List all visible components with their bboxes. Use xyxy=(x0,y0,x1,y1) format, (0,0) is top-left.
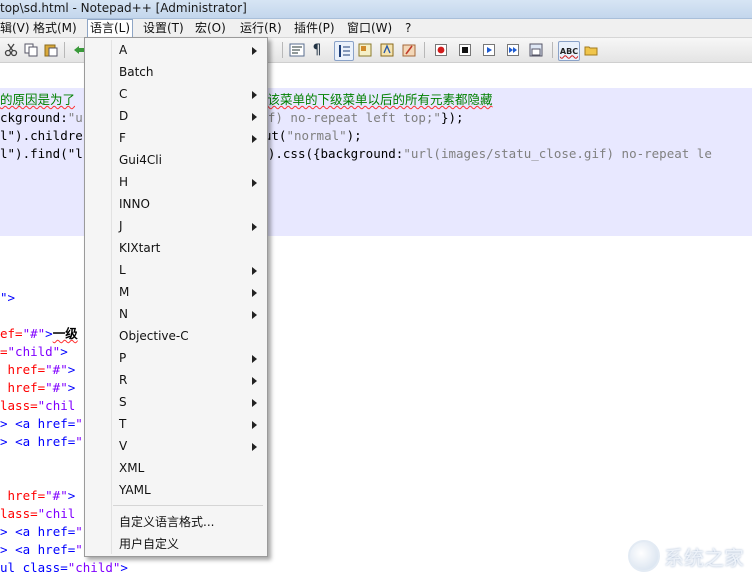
menu-item-yaml[interactable]: YAML xyxy=(85,480,267,502)
language-dropdown-menu: A Batch C D F Gui4Cli H INNO J KIXtart L… xyxy=(84,37,268,557)
menu-item-c[interactable]: C xyxy=(85,84,267,106)
code-line: ul class="child"> xyxy=(0,560,128,575)
submenu-arrow-icon xyxy=(252,267,257,275)
menu-plugins[interactable]: 插件(P) xyxy=(294,20,335,36)
submenu-arrow-icon xyxy=(252,113,257,121)
code-line: href="#"> xyxy=(0,380,76,395)
submenu-arrow-icon xyxy=(252,355,257,363)
folder-icon[interactable] xyxy=(582,41,600,59)
submenu-arrow-icon xyxy=(252,399,257,407)
menu-window[interactable]: 窗口(W) xyxy=(347,20,392,36)
show-all-chars-icon[interactable]: ¶ xyxy=(308,41,326,59)
menu-format[interactable]: 格式(M) xyxy=(33,20,77,36)
menu-item-inno[interactable]: INNO xyxy=(85,194,267,216)
record-macro-icon[interactable] xyxy=(432,41,450,59)
menu-help[interactable]: ? xyxy=(405,20,411,36)
code-line: > <a href=" xyxy=(0,524,83,539)
submenu-arrow-icon xyxy=(252,421,257,429)
window-title: top\sd.html - Notepad++ [Administrator] xyxy=(0,1,247,15)
submenu-arrow-icon xyxy=(252,135,257,143)
menu-item-n[interactable]: N xyxy=(85,304,267,326)
copy-icon[interactable] xyxy=(22,41,40,59)
menu-item-f[interactable]: F xyxy=(85,128,267,150)
code-line: ="child"> xyxy=(0,344,68,359)
menu-item-p[interactable]: P xyxy=(85,348,267,370)
code-line: > <a href=" xyxy=(0,434,83,449)
run-macro-multiple-icon[interactable] xyxy=(504,41,522,59)
menu-run[interactable]: 运行(R) xyxy=(240,20,282,36)
code-line: > <a href=" xyxy=(0,416,83,431)
menu-separator xyxy=(113,505,263,506)
save-macro-icon[interactable] xyxy=(527,41,545,59)
submenu-arrow-icon xyxy=(252,47,257,55)
submenu-arrow-icon xyxy=(252,91,257,99)
menu-settings[interactable]: 设置(T) xyxy=(143,20,184,36)
code-line: lass="chil xyxy=(0,398,76,413)
watermark-logo-icon xyxy=(628,540,660,572)
menu-edit[interactable]: 辑(V) xyxy=(0,20,30,36)
menu-item-r[interactable]: R xyxy=(85,370,267,392)
menu-item-objective-c[interactable]: Objective-C xyxy=(85,326,267,348)
menu-item-kixtart[interactable]: KIXtart xyxy=(85,238,267,260)
submenu-arrow-icon xyxy=(252,289,257,297)
menu-language[interactable]: 语言(L) xyxy=(87,19,134,38)
toolbar-separator xyxy=(424,42,425,58)
menu-item-gui4cli[interactable]: Gui4Cli xyxy=(85,150,267,172)
menu-item-h[interactable]: H xyxy=(85,172,267,194)
code-line: href="#"> xyxy=(0,362,76,377)
menu-item-user-defined[interactable]: 用户自定义 xyxy=(85,532,267,554)
code-line: ef="#">一级 xyxy=(0,326,78,341)
toolbar-separator xyxy=(552,42,553,58)
menu-item-m[interactable]: M xyxy=(85,282,267,304)
doc-map-icon[interactable] xyxy=(356,41,374,59)
watermark-text: 系统之家 xyxy=(664,545,744,570)
menu-item-xml[interactable]: XML xyxy=(85,458,267,480)
indent-guide-icon[interactable] xyxy=(334,41,354,61)
menu-item-l[interactable]: L xyxy=(85,260,267,282)
menu-item-j[interactable]: J xyxy=(85,216,267,238)
code-line: > <a href=" xyxy=(0,542,83,557)
menu-item-d[interactable]: D xyxy=(85,106,267,128)
menu-item-s[interactable]: S xyxy=(85,392,267,414)
menu-macro[interactable]: 宏(O) xyxy=(195,20,226,36)
menu-item-a[interactable]: A xyxy=(85,40,267,62)
menu-item-batch[interactable]: Batch xyxy=(85,62,267,84)
code-line: "> xyxy=(0,290,16,305)
submenu-arrow-icon xyxy=(252,377,257,385)
submenu-arrow-icon xyxy=(252,311,257,319)
spellcheck-icon[interactable]: ABC xyxy=(558,41,580,61)
submenu-arrow-icon xyxy=(252,443,257,451)
word-wrap-icon[interactable] xyxy=(288,41,306,59)
title-bar: top\sd.html - Notepad++ [Administrator] xyxy=(0,0,752,19)
cut-icon[interactable] xyxy=(2,41,20,59)
stop-macro-icon[interactable] xyxy=(456,41,474,59)
code-line: lass="chil xyxy=(0,506,76,521)
menu-bar: 辑(V) 格式(M) 语言(L) 设置(T) 宏(O) 运行(R) 插件(P) … xyxy=(0,19,752,38)
submenu-arrow-icon xyxy=(252,223,257,231)
folder-workspace-icon[interactable] xyxy=(400,41,418,59)
code-line: href="#"> xyxy=(0,488,76,503)
function-list-icon[interactable] xyxy=(378,41,396,59)
toolbar-separator xyxy=(64,42,65,58)
menu-item-define-language[interactable]: 自定义语言格式... xyxy=(85,510,267,532)
menu-item-t[interactable]: T xyxy=(85,414,267,436)
submenu-arrow-icon xyxy=(252,179,257,187)
menu-item-v[interactable]: V xyxy=(85,436,267,458)
toolbar-separator xyxy=(282,42,283,58)
paste-icon[interactable] xyxy=(42,41,60,59)
play-macro-icon[interactable] xyxy=(480,41,498,59)
watermark: 系统之家 xyxy=(628,540,744,572)
